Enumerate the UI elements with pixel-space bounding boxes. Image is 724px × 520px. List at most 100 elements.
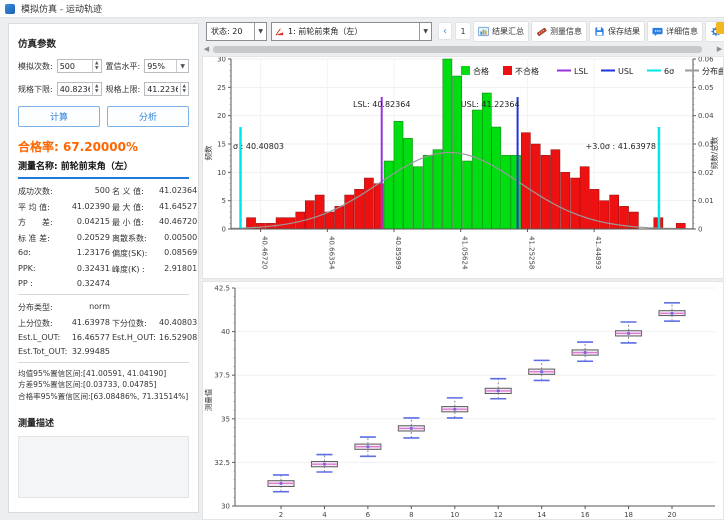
stat-value: 1.23176: [62, 248, 112, 259]
usl-stepper[interactable]: ▲▼: [144, 82, 189, 96]
stat-value: 0.32474: [62, 279, 112, 288]
stat-label: 名 义 值:: [112, 186, 159, 197]
tick-label: 8: [409, 511, 413, 519]
histogram-bar: [561, 172, 570, 229]
confidence-interval-line: 方差95%置信区间:[0.03733, 0.04785]: [18, 379, 189, 391]
legend-swatch: [503, 66, 512, 75]
mean-marker: [670, 312, 673, 315]
histogram-bar: [256, 223, 265, 229]
histogram-bar: [325, 212, 334, 229]
stepper-arrows-icon[interactable]: ▲▼: [92, 83, 100, 95]
boxplot-svg: 3032.53537.54042.52468101214161820测量值: [203, 282, 723, 519]
histogram-bar: [315, 195, 324, 229]
x-tick-label: 41.05624: [461, 236, 469, 270]
histogram-bar: [580, 167, 589, 229]
histogram-bar: [305, 201, 314, 229]
measurement-name: 测量名称: 前轮前束角（左）: [18, 159, 189, 172]
tick-label: 20: [668, 511, 677, 519]
sigma-low-label: σ : 40.40803: [233, 142, 284, 151]
histogram-bar: [531, 144, 540, 229]
usl-label: 规格上限:: [106, 84, 141, 95]
measure-info-button[interactable]: 测量信息: [531, 21, 587, 42]
histogram-bar: [403, 138, 412, 229]
chevron-down-icon[interactable]: ▼: [176, 60, 188, 72]
result-summary-button[interactable]: 结果汇总: [473, 21, 529, 42]
stat-label: 离散系数:: [112, 233, 159, 244]
tick-label: 6: [366, 511, 371, 519]
prev-page-icon[interactable]: ‹: [438, 22, 452, 40]
measurement-select[interactable]: 1: 前轮前束角（左） ▼: [271, 22, 432, 41]
stat-label: 峰度(K) :: [112, 264, 159, 275]
mean-marker: [627, 332, 630, 335]
simulation-parameters-panel: 仿真参数 模拟次数: ▲▼ 置信水平: 95%▼ 规格下限: ▲▼ 规格上限: …: [8, 23, 199, 513]
scrollbar-thumb[interactable]: [213, 46, 702, 53]
confidence-interval-line: 合格率95%置信区间:[63.08486%, 71.31514%]: [18, 391, 189, 403]
angle-measure-icon: [275, 27, 284, 36]
save-result-button[interactable]: 保存结果: [589, 21, 645, 42]
legend-label: 不合格: [515, 66, 539, 76]
tick-label: 18: [624, 511, 633, 519]
chat-bubble-icon: [652, 26, 663, 37]
mean-marker: [540, 370, 543, 373]
stat-value: 0.04215: [62, 217, 112, 228]
stat-label: 下分位数:: [112, 318, 159, 329]
stat-label: [112, 347, 159, 356]
tick-label: 30: [217, 57, 226, 64]
chevron-down-icon[interactable]: ▼: [419, 23, 431, 40]
mean-marker: [366, 445, 369, 448]
detail-info-button[interactable]: 详细信息: [647, 21, 703, 42]
mean-marker: [410, 427, 413, 430]
legend-swatch: [461, 66, 470, 75]
sim-count-stepper[interactable]: ▲▼: [57, 59, 102, 73]
stat-label: 平 均 值:: [18, 202, 62, 213]
sim-count-input[interactable]: [58, 62, 92, 71]
y-axis-title-right: 频数/总数: [709, 136, 719, 169]
y-axis-title: 测量值: [203, 388, 213, 411]
usl-input[interactable]: [145, 85, 179, 94]
stat-label: 标 准 差:: [18, 233, 62, 244]
panel-title: 仿真参数: [18, 36, 189, 50]
stat-value: norm: [62, 302, 112, 313]
features-title: 参与测量的特征: [18, 512, 189, 513]
y-axis-title-left: 频数: [203, 145, 213, 160]
histogram-bar: [463, 161, 472, 229]
scroll-left-icon[interactable]: ◀: [202, 45, 211, 54]
chevron-down-icon[interactable]: ▼: [254, 23, 266, 40]
mean-marker: [584, 351, 587, 354]
stat-value: [159, 347, 199, 356]
confidence-select[interactable]: 95%▼: [144, 59, 189, 73]
lsl-input[interactable]: [58, 85, 92, 94]
stepper-arrows-icon[interactable]: ▲▼: [92, 60, 100, 72]
window-title: 模拟仿真 - 运动轨迹: [21, 2, 102, 15]
ruler-icon: [536, 26, 547, 37]
histogram-bar: [590, 189, 599, 229]
scroll-right-icon[interactable]: ▶: [715, 45, 724, 54]
tick-label: 30: [221, 503, 230, 511]
tick-label: 0.01: [698, 197, 714, 205]
stat-value: 0.00500: [159, 233, 199, 244]
tick-label: 40: [221, 328, 230, 336]
stepper-arrows-icon[interactable]: ▲▼: [180, 83, 188, 95]
histogram-bar: [472, 110, 481, 229]
lsl-stepper[interactable]: ▲▼: [57, 82, 102, 96]
scrollbar-track[interactable]: [211, 46, 715, 53]
page-number[interactable]: 1: [455, 22, 471, 40]
analyze-button[interactable]: 分析: [107, 106, 189, 127]
confidence-label: 置信水平:: [106, 61, 141, 72]
stat-label: 上分位数:: [18, 318, 62, 329]
stat-value: 0.32431: [62, 264, 112, 275]
histogram-chart: LSL: 40.82364USL: 41.22364σ : 40.40803+3…: [202, 56, 724, 279]
tick-label: 0: [222, 226, 226, 234]
tick-label: 10: [450, 511, 459, 519]
x-tick-label: 40.85989: [394, 236, 402, 269]
histogram-bar: [551, 150, 560, 229]
tick-label: 37.5: [214, 372, 230, 380]
status-select[interactable]: 状态: 20 ▼: [206, 22, 267, 41]
clipped-toolbar-icon[interactable]: [716, 22, 724, 34]
divider: [18, 362, 189, 363]
histogram-svg: LSL: 40.82364USL: 41.22364σ : 40.40803+3…: [203, 57, 723, 278]
horizontal-scrollbar[interactable]: ◀ ▶: [202, 45, 724, 54]
tick-label: 0: [698, 226, 702, 234]
calculate-button[interactable]: 计算: [18, 106, 100, 127]
stat-label: PPK:: [18, 264, 62, 275]
